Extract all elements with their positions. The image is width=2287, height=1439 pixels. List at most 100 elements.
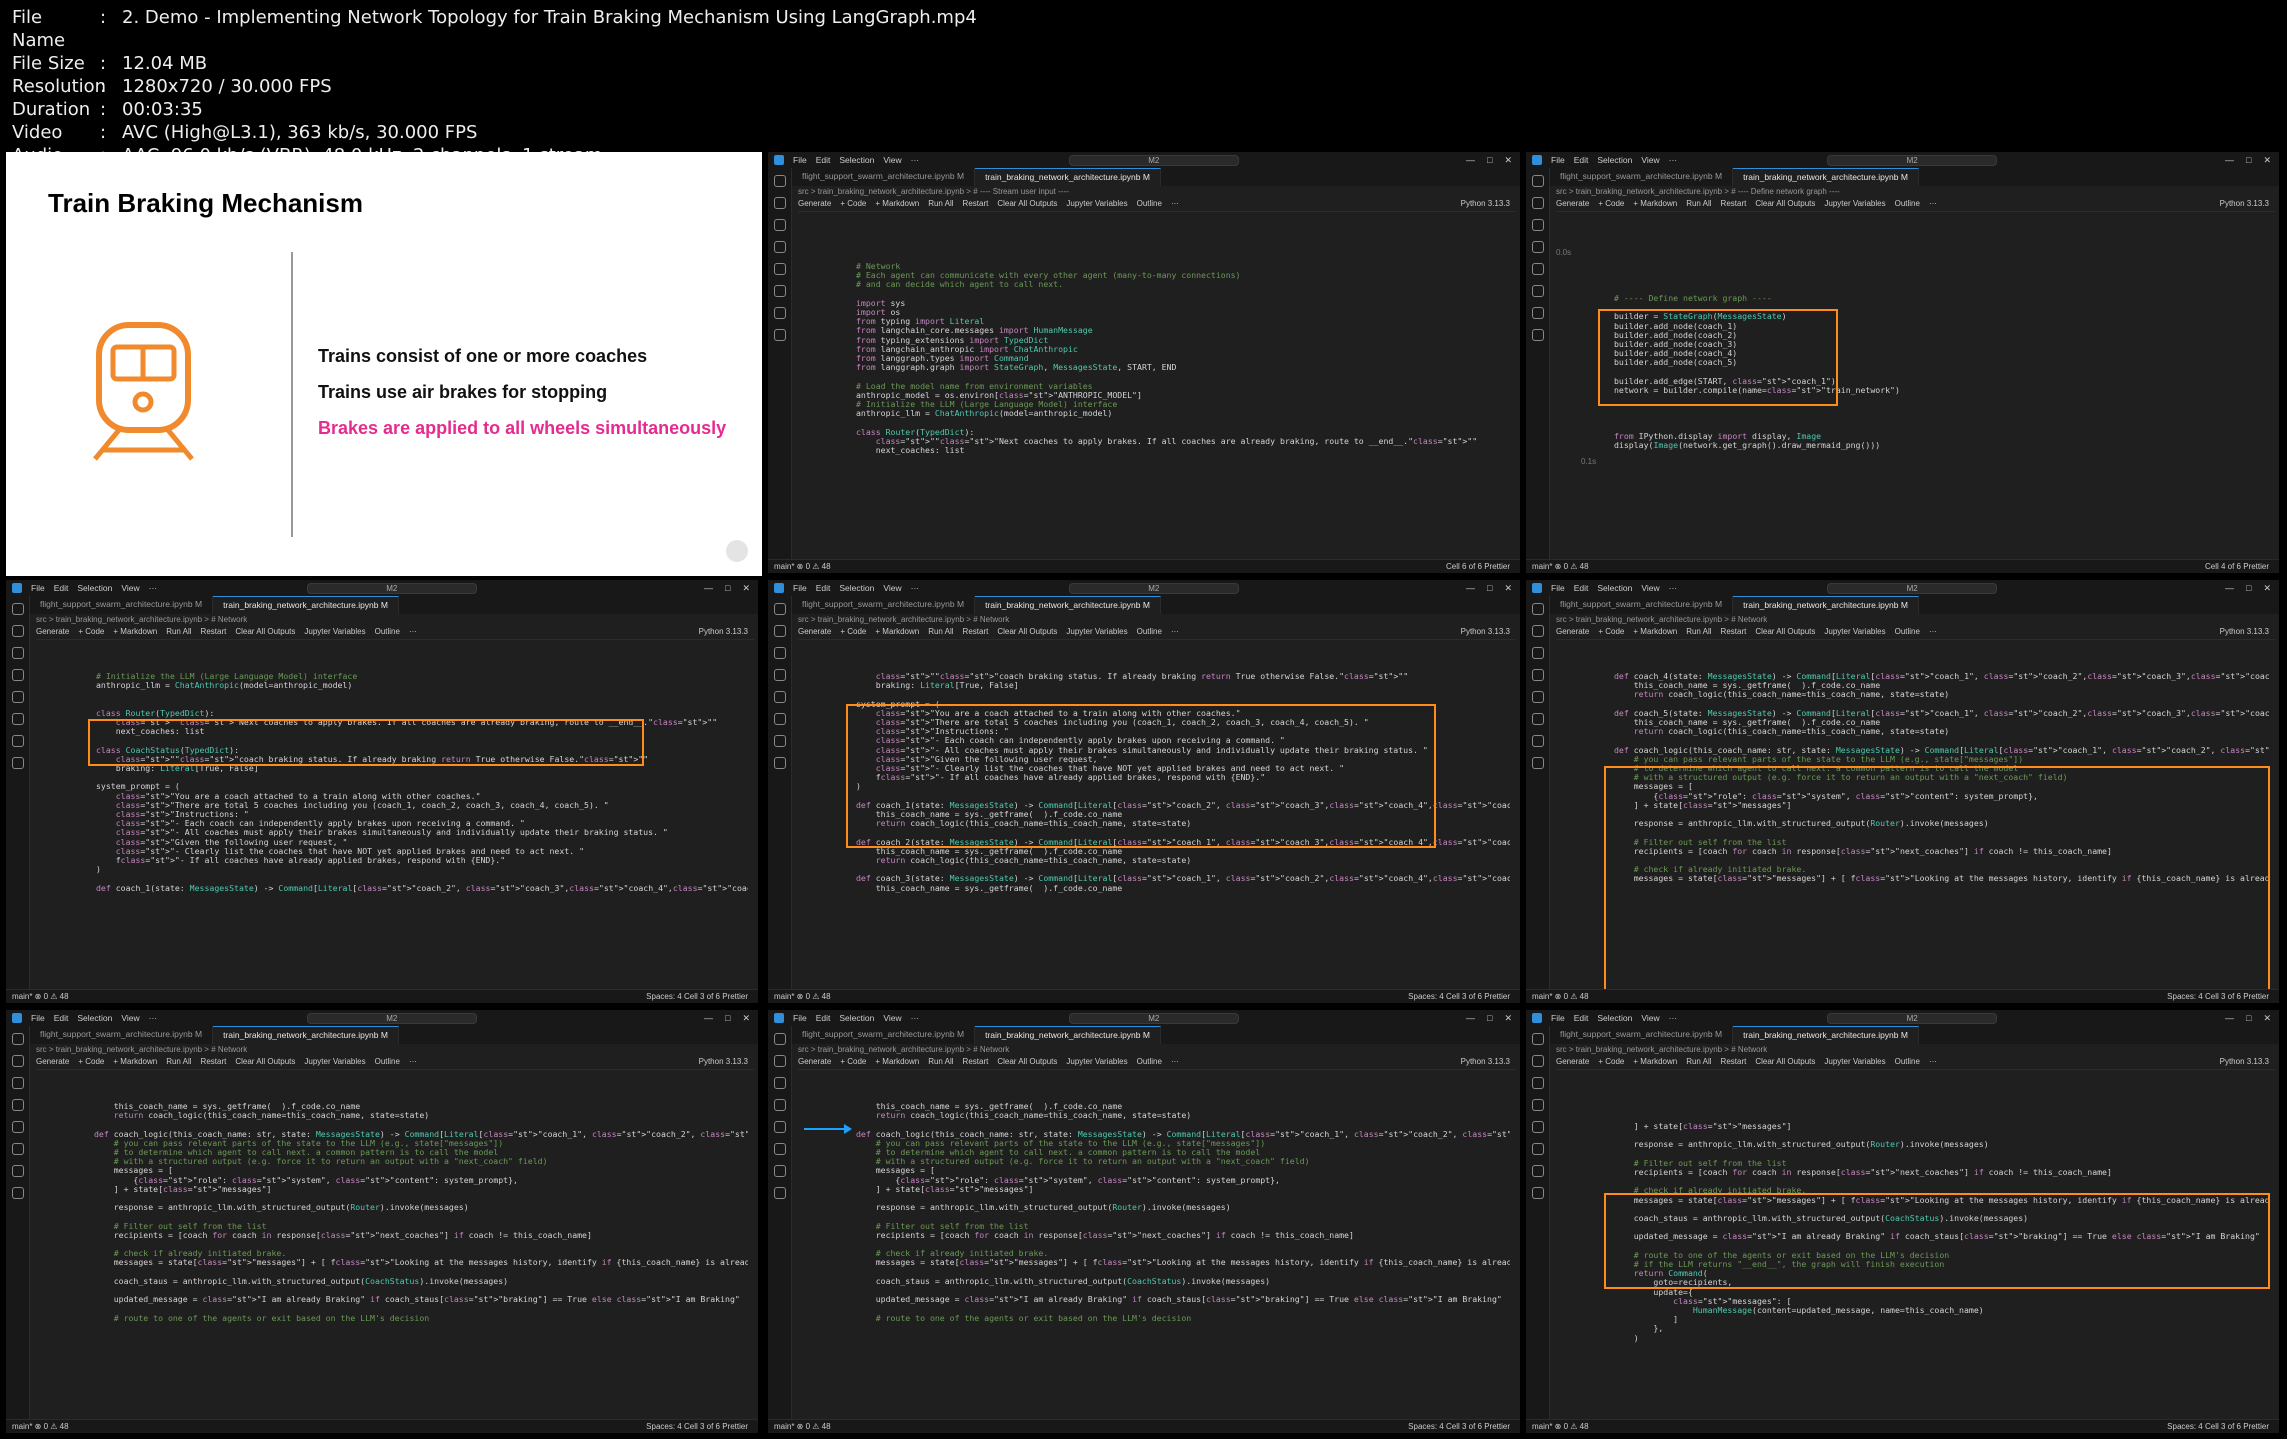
toolbar-button[interactable]: + Code <box>1598 627 1624 639</box>
git-branch-status[interactable]: main* ⊗ 0 ⚠ 48 <box>12 1422 69 1431</box>
explorer-icon[interactable] <box>1531 175 1544 187</box>
database-icon[interactable] <box>11 1187 24 1199</box>
tab-flight-support[interactable]: flight_support_swarm_architecture.ipynb … <box>1550 168 1734 186</box>
menu-item[interactable]: ··· <box>911 583 920 593</box>
run-debug-icon[interactable] <box>1531 1099 1544 1111</box>
toolbar-button[interactable]: + Markdown <box>1633 627 1677 639</box>
database-icon[interactable] <box>1531 757 1544 769</box>
remote-icon[interactable] <box>1531 691 1544 703</box>
database-icon[interactable] <box>773 757 786 769</box>
toolbar-button[interactable]: Generate <box>36 1057 69 1069</box>
kernel-picker[interactable]: Python 3.13.3 <box>699 627 754 639</box>
extensions-icon[interactable] <box>1531 1143 1544 1155</box>
minimize-icon[interactable]: — <box>2225 1013 2234 1024</box>
tab-train-braking[interactable]: train_braking_network_architecture.ipynb… <box>975 596 1161 614</box>
command-search[interactable]: M2 <box>306 582 477 594</box>
menu-item[interactable]: ··· <box>149 1013 158 1023</box>
toolbar-button[interactable]: + Markdown <box>113 1057 157 1069</box>
tab-flight-support[interactable]: flight_support_swarm_architecture.ipynb … <box>1550 596 1734 614</box>
testing-icon[interactable] <box>11 1165 24 1177</box>
maximize-icon[interactable]: □ <box>2246 155 2251 166</box>
explorer-icon[interactable] <box>773 1033 786 1045</box>
toolbar-button[interactable]: Generate <box>36 627 69 639</box>
search-icon[interactable] <box>1531 625 1544 637</box>
toolbar-button[interactable]: + Markdown <box>1633 199 1677 211</box>
run-debug-icon[interactable] <box>773 669 786 681</box>
kernel-picker[interactable]: Python 3.13.3 <box>699 1057 754 1069</box>
close-icon[interactable]: ✕ <box>1504 155 1512 166</box>
toolbar-button[interactable]: + Code <box>1598 199 1624 211</box>
menu-item[interactable]: Edit <box>816 1013 831 1023</box>
tab-train-braking[interactable]: train_braking_network_architecture.ipynb… <box>975 1026 1161 1044</box>
minimize-icon[interactable]: — <box>704 1013 713 1024</box>
source-control-icon[interactable] <box>773 1077 786 1089</box>
toolbar-button[interactable]: Restart <box>201 627 227 639</box>
toolbar-button[interactable]: Outline <box>1137 199 1162 211</box>
menu-item[interactable]: Edit <box>1574 155 1589 165</box>
run-debug-icon[interactable] <box>11 1099 24 1111</box>
menu-item[interactable]: Edit <box>1574 583 1589 593</box>
explorer-icon[interactable] <box>773 175 786 187</box>
command-search[interactable]: M2 <box>1068 154 1239 166</box>
menu-item[interactable]: View <box>1641 583 1659 593</box>
search-icon[interactable] <box>1531 1055 1544 1067</box>
remote-icon[interactable] <box>11 1121 24 1133</box>
remote-icon[interactable] <box>773 1121 786 1133</box>
run-debug-icon[interactable] <box>1531 669 1544 681</box>
run-debug-icon[interactable] <box>11 669 24 681</box>
toolbar-button[interactable]: Outline <box>375 627 400 639</box>
git-branch-status[interactable]: main* ⊗ 0 ⚠ 48 <box>1532 1422 1589 1431</box>
git-branch-status[interactable]: main* ⊗ 0 ⚠ 48 <box>1532 562 1589 571</box>
menu-item[interactable]: Edit <box>816 583 831 593</box>
testing-icon[interactable] <box>773 307 786 319</box>
testing-icon[interactable] <box>773 1165 786 1177</box>
git-branch-status[interactable]: main* ⊗ 0 ⚠ 48 <box>774 992 831 1001</box>
menu-item[interactable]: ··· <box>1669 1013 1678 1023</box>
close-icon[interactable]: ✕ <box>742 1013 750 1024</box>
maximize-icon[interactable]: □ <box>1487 583 1492 594</box>
toolbar-button[interactable]: Run All <box>928 627 953 639</box>
toolbar-button[interactable]: Outline <box>1895 1057 1920 1069</box>
database-icon[interactable] <box>773 329 786 341</box>
menu-item[interactable]: File <box>31 583 45 593</box>
close-icon[interactable]: ✕ <box>1504 583 1512 594</box>
testing-icon[interactable] <box>1531 307 1544 319</box>
explorer-icon[interactable] <box>11 603 24 615</box>
minimize-icon[interactable]: — <box>1466 1013 1475 1024</box>
tab-train-braking[interactable]: train_braking_network_architecture.ipynb… <box>1733 168 1919 186</box>
menu-item[interactable]: ··· <box>911 155 920 165</box>
toolbar-button[interactable]: ··· <box>409 627 417 639</box>
minimize-icon[interactable]: — <box>1466 155 1475 166</box>
tab-flight-support[interactable]: flight_support_swarm_architecture.ipynb … <box>30 596 214 614</box>
tab-flight-support[interactable]: flight_support_swarm_architecture.ipynb … <box>792 168 976 186</box>
menu-item[interactable]: ··· <box>1669 155 1678 165</box>
toolbar-button[interactable]: Restart <box>1721 627 1747 639</box>
git-branch-status[interactable]: main* ⊗ 0 ⚠ 48 <box>774 562 831 571</box>
menu-item[interactable]: ··· <box>149 583 158 593</box>
toolbar-button[interactable]: Jupyter Variables <box>1824 627 1885 639</box>
toolbar-button[interactable]: Outline <box>375 1057 400 1069</box>
toolbar-button[interactable]: Run All <box>166 1057 191 1069</box>
testing-icon[interactable] <box>773 735 786 747</box>
toolbar-button[interactable]: + Markdown <box>1633 1057 1677 1069</box>
toolbar-button[interactable]: Generate <box>1556 199 1589 211</box>
tab-flight-support[interactable]: flight_support_swarm_architecture.ipynb … <box>1550 1026 1734 1044</box>
explorer-icon[interactable] <box>1531 1033 1544 1045</box>
remote-icon[interactable] <box>773 263 786 275</box>
source-control-icon[interactable] <box>773 219 786 231</box>
tab-flight-support[interactable]: flight_support_swarm_architecture.ipynb … <box>792 596 976 614</box>
toolbar-button[interactable]: Restart <box>963 199 989 211</box>
testing-icon[interactable] <box>1531 735 1544 747</box>
toolbar-button[interactable]: Restart <box>1721 199 1747 211</box>
database-icon[interactable] <box>773 1187 786 1199</box>
menu-item[interactable]: Selection <box>77 1013 112 1023</box>
testing-icon[interactable] <box>11 735 24 747</box>
database-icon[interactable] <box>1531 1187 1544 1199</box>
toolbar-button[interactable]: + Markdown <box>875 627 919 639</box>
toolbar-button[interactable]: Generate <box>798 627 831 639</box>
extensions-icon[interactable] <box>11 1143 24 1155</box>
tab-train-braking[interactable]: train_braking_network_architecture.ipynb… <box>1733 596 1919 614</box>
toolbar-button[interactable]: Jupyter Variables <box>1066 199 1127 211</box>
tab-flight-support[interactable]: flight_support_swarm_architecture.ipynb … <box>30 1026 214 1044</box>
tab-train-braking[interactable]: train_braking_network_architecture.ipynb… <box>213 596 399 614</box>
